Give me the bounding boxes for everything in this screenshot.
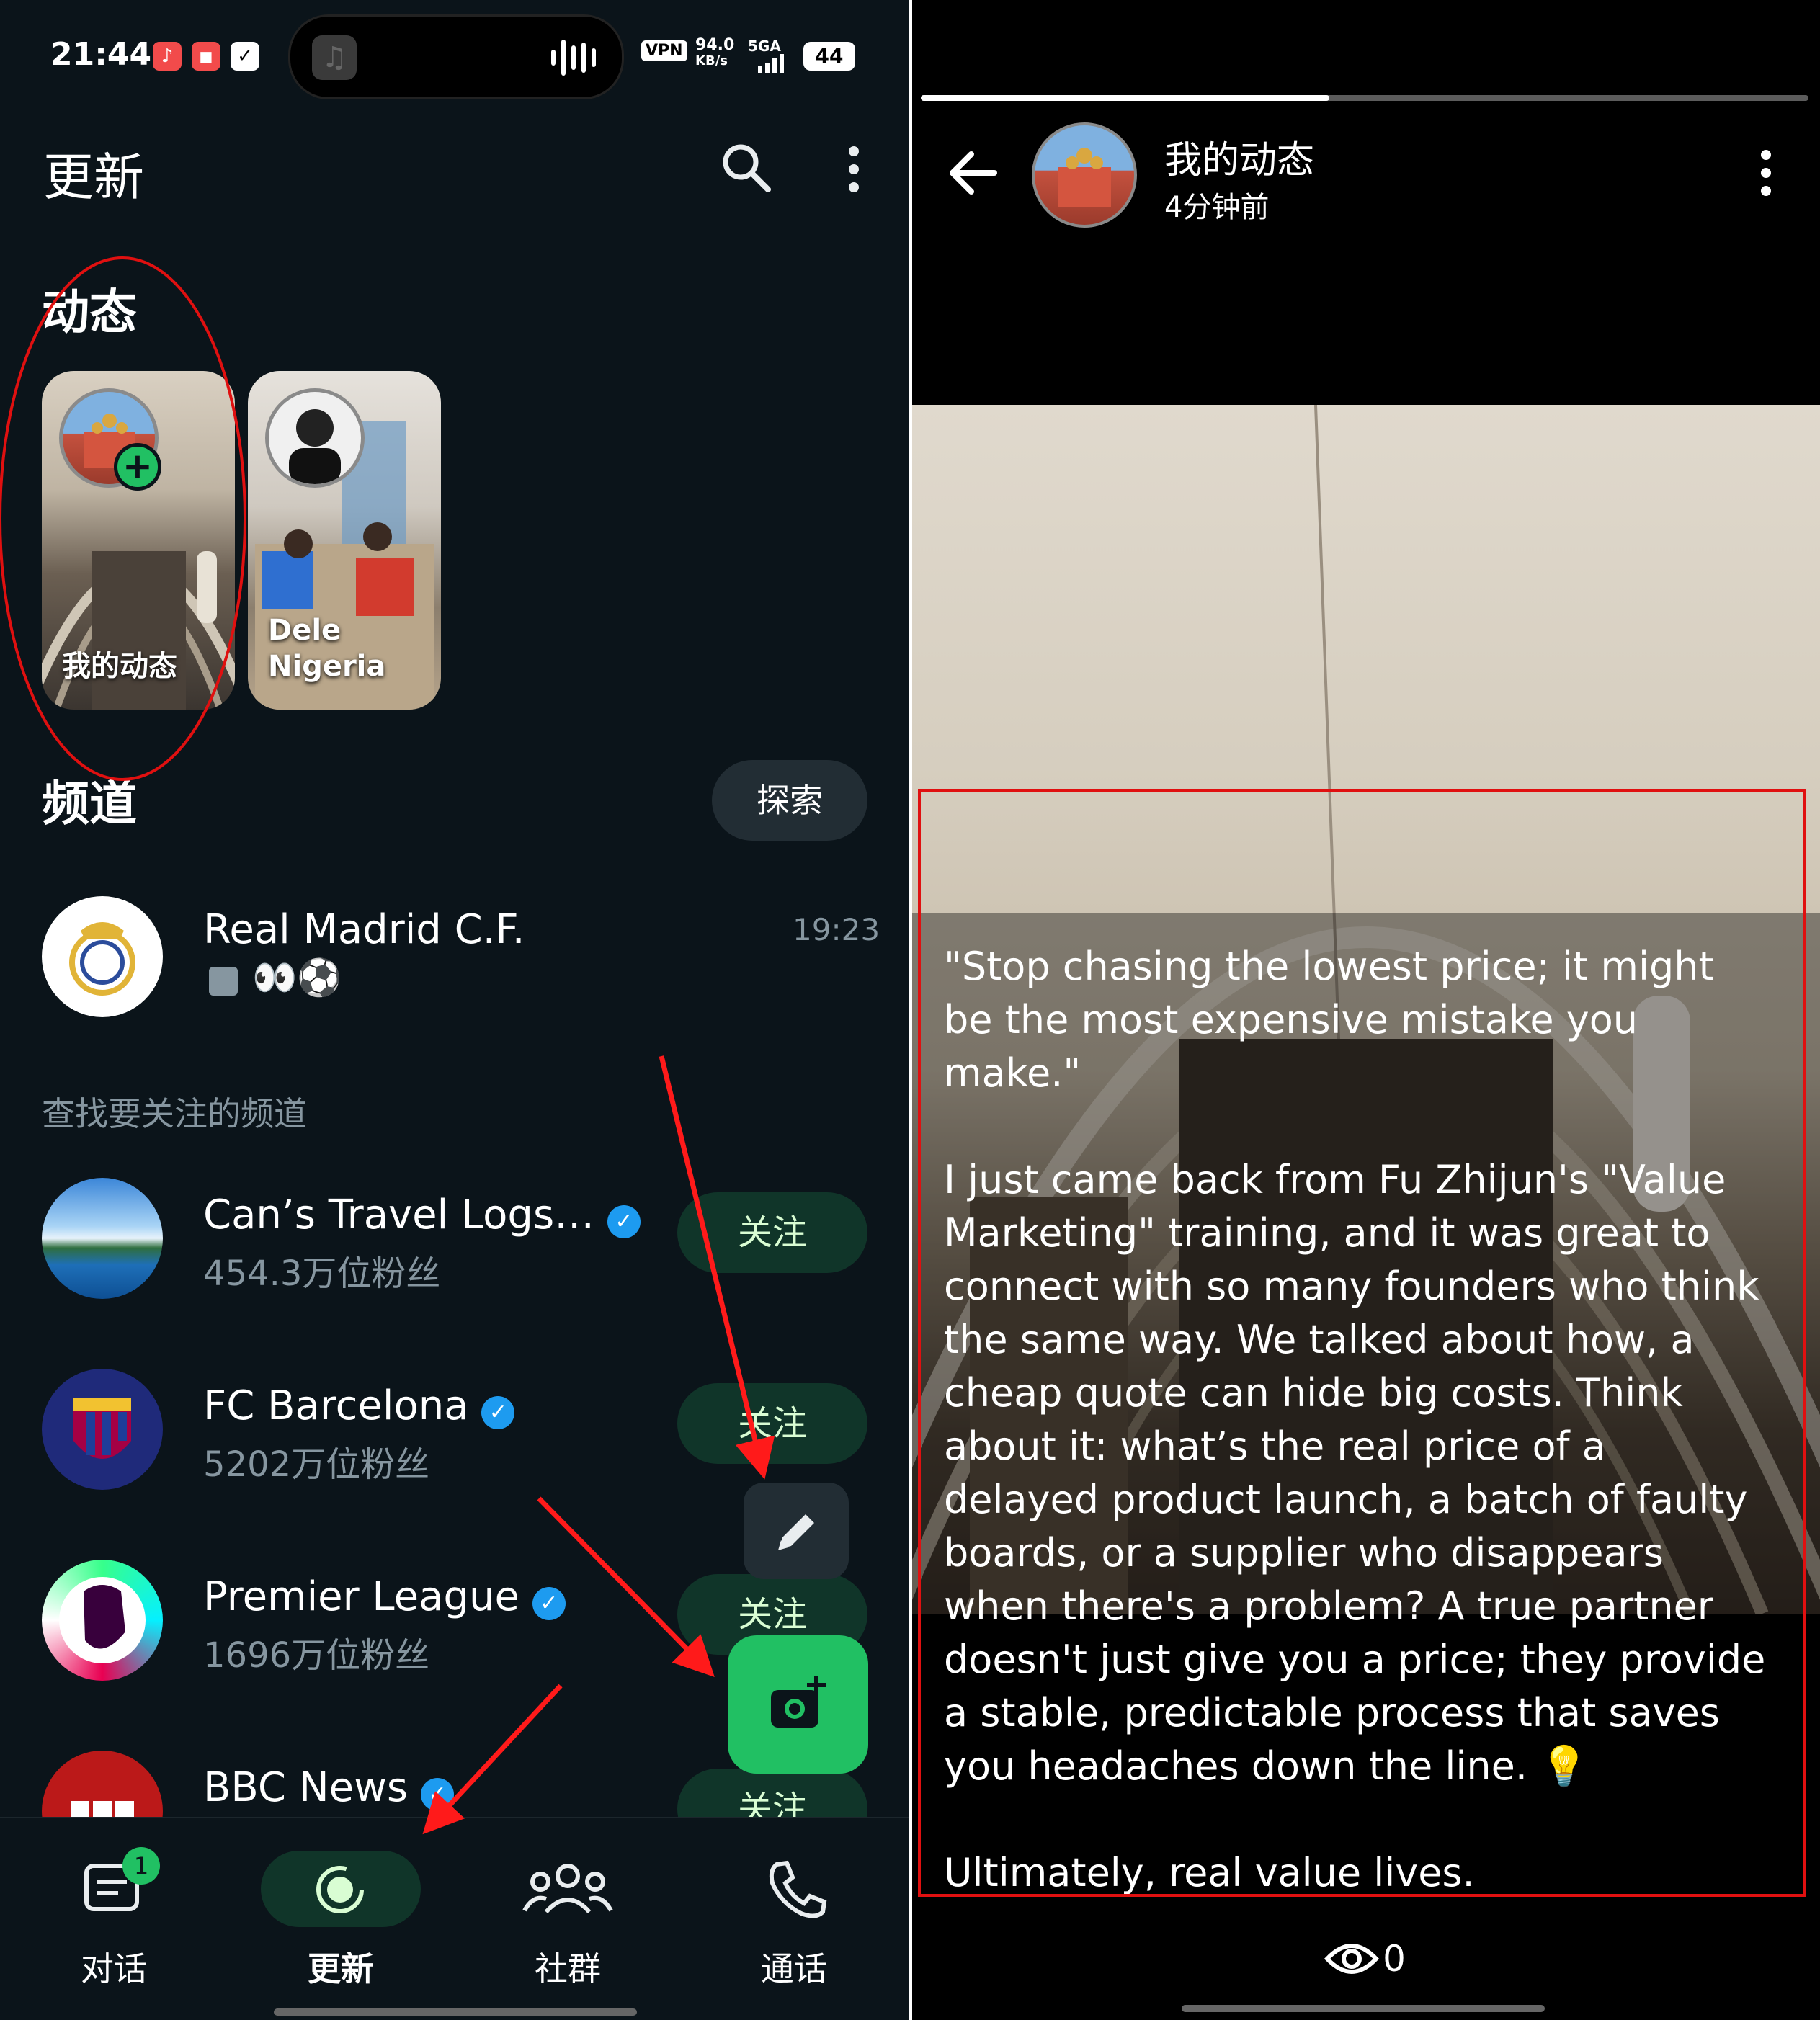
annotation-overlay xyxy=(0,256,775,1835)
annotation-arrow xyxy=(537,1496,715,1677)
status-owner-avatar xyxy=(1032,122,1137,228)
status-progress-fill xyxy=(921,95,1329,101)
status-viewer-screen: 我的动态 4分钟前 "Stop chasing the lowest price… xyxy=(912,0,1820,2020)
annotation-arrow xyxy=(422,1684,563,1835)
annotation-arrow xyxy=(659,1055,775,1480)
status-time-ago: 4分钟前 xyxy=(1164,191,1270,224)
more-options-icon[interactable] xyxy=(1755,148,1777,201)
updates-screen: 21:44 ♪ ■ ✓ ♫ VPN 94.0 KB/s 5GA 44 更新 动态 xyxy=(0,0,909,2020)
back-arrow-icon[interactable] xyxy=(944,144,1002,205)
highlight-box xyxy=(918,789,1806,1897)
status-progress-track xyxy=(921,95,1808,101)
views-count: 0 xyxy=(1383,1938,1406,1980)
eye-icon xyxy=(1324,1944,1380,1974)
status-owner-name: 我的动态 xyxy=(1164,139,1315,182)
home-indicator xyxy=(1182,2005,1545,2012)
views-counter[interactable]: 0 xyxy=(1324,1938,1406,1980)
highlight-ellipse xyxy=(0,256,246,781)
